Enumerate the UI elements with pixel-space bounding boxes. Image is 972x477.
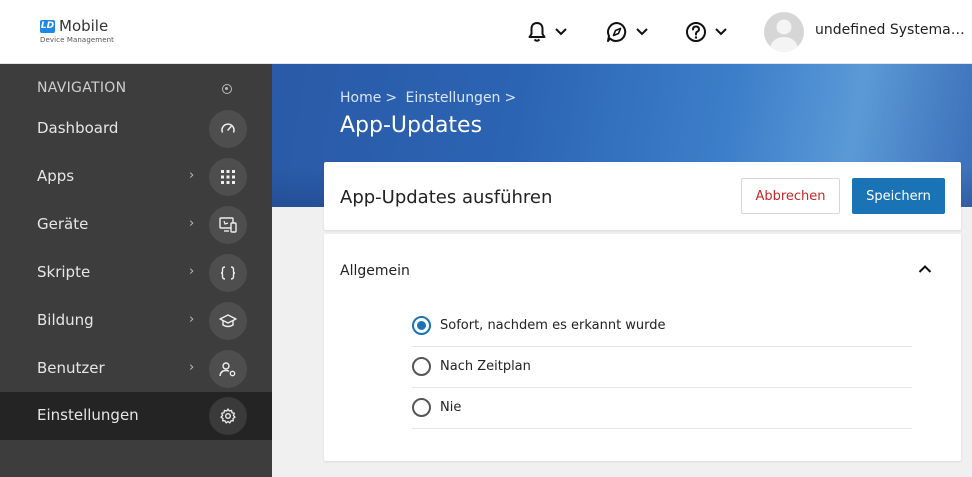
sidebar-item-label: Einstellungen [37, 406, 139, 424]
breadcrumb: Home > Einstellungen > [340, 90, 520, 106]
chevron-down-icon [715, 28, 727, 36]
notifications-button[interactable] [527, 18, 567, 46]
grid-icon [209, 158, 247, 196]
sidebar-item-label: Skripte [37, 263, 91, 281]
radio-button[interactable] [412, 357, 431, 376]
logo[interactable]: LD Mobile Device Management [40, 17, 130, 46]
gauge-icon [209, 110, 247, 148]
cancel-button[interactable]: Abbrechen [741, 178, 840, 214]
sidebar-item-users[interactable]: Benutzer › [0, 345, 272, 393]
general-section: Allgemein Sofort, nachdem es erkannt wur… [324, 234, 961, 461]
user-silhouette-icon [769, 19, 799, 52]
help-button[interactable] [685, 18, 727, 46]
chevron-right-icon: › [189, 168, 195, 183]
top-bar: LD Mobile Device Management undefined Sy… [0, 0, 972, 64]
section-title[interactable]: Allgemein [340, 263, 410, 279]
logo-subtitle: Device Management [40, 36, 114, 44]
user-settings-icon [209, 350, 247, 388]
sidebar-item-label: Geräte [37, 215, 89, 233]
avatar[interactable] [764, 12, 804, 52]
chat-compass-icon [607, 22, 627, 42]
nav-pin-icon[interactable] [222, 84, 232, 94]
sidebar: NAVIGATION Dashboard Apps › Geräte › Skr… [0, 64, 272, 477]
chevron-right-icon: › [189, 264, 195, 279]
sidebar-item-label: Benutzer [37, 359, 105, 377]
card-header: App-Updates ausführen Abbrechen Speicher… [324, 162, 961, 230]
option-immediately[interactable]: Sofort, nachdem es erkannt wurde [412, 306, 912, 347]
option-label: Nie [440, 400, 462, 415]
user-name[interactable]: undefined Systemadministrator [815, 22, 970, 38]
sidebar-item-devices[interactable]: Geräte › [0, 201, 272, 249]
bell-icon [528, 22, 546, 42]
logo-badge: LD [40, 20, 55, 33]
gear-icon [209, 397, 247, 435]
radio-button[interactable] [412, 316, 431, 335]
braces-icon [209, 254, 247, 292]
option-label: Sofort, nachdem es erkannt wurde [440, 318, 666, 333]
messages-button[interactable] [606, 18, 648, 46]
radio-button[interactable] [412, 398, 431, 417]
sidebar-item-dashboard[interactable]: Dashboard [0, 105, 272, 153]
chevron-up-icon[interactable] [918, 264, 932, 274]
option-never[interactable]: Nie [412, 388, 912, 429]
chevron-right-icon: › [189, 216, 195, 231]
chevron-right-icon: › [189, 360, 195, 375]
card-title: App-Updates ausführen [340, 187, 553, 208]
sidebar-item-scripts[interactable]: Skripte › [0, 249, 272, 297]
option-scheduled[interactable]: Nach Zeitplan [412, 347, 912, 388]
option-label: Nach Zeitplan [440, 359, 531, 374]
chevron-down-icon [636, 28, 648, 36]
nav-header: NAVIGATION [37, 80, 127, 96]
sidebar-item-settings[interactable]: Einstellungen [0, 392, 272, 440]
sidebar-item-label: Bildung [37, 311, 94, 329]
sidebar-item-label: Apps [37, 167, 75, 185]
sidebar-item-apps[interactable]: Apps › [0, 153, 272, 201]
breadcrumb-separator: > [385, 90, 398, 106]
chevron-right-icon: › [189, 312, 195, 327]
chevron-down-icon [555, 28, 567, 36]
logo-title: Mobile [59, 17, 109, 35]
graduation-cap-icon [209, 302, 247, 340]
help-icon [686, 22, 706, 42]
page-title: App-Updates [340, 113, 483, 138]
breadcrumb-home[interactable]: Home [340, 90, 381, 106]
save-button[interactable]: Speichern [852, 178, 945, 214]
breadcrumb-separator: > [504, 90, 517, 106]
sidebar-item-label: Dashboard [37, 119, 119, 137]
sidebar-item-education[interactable]: Bildung › [0, 297, 272, 345]
devices-icon [209, 206, 247, 244]
breadcrumb-settings[interactable]: Einstellungen [406, 90, 501, 106]
